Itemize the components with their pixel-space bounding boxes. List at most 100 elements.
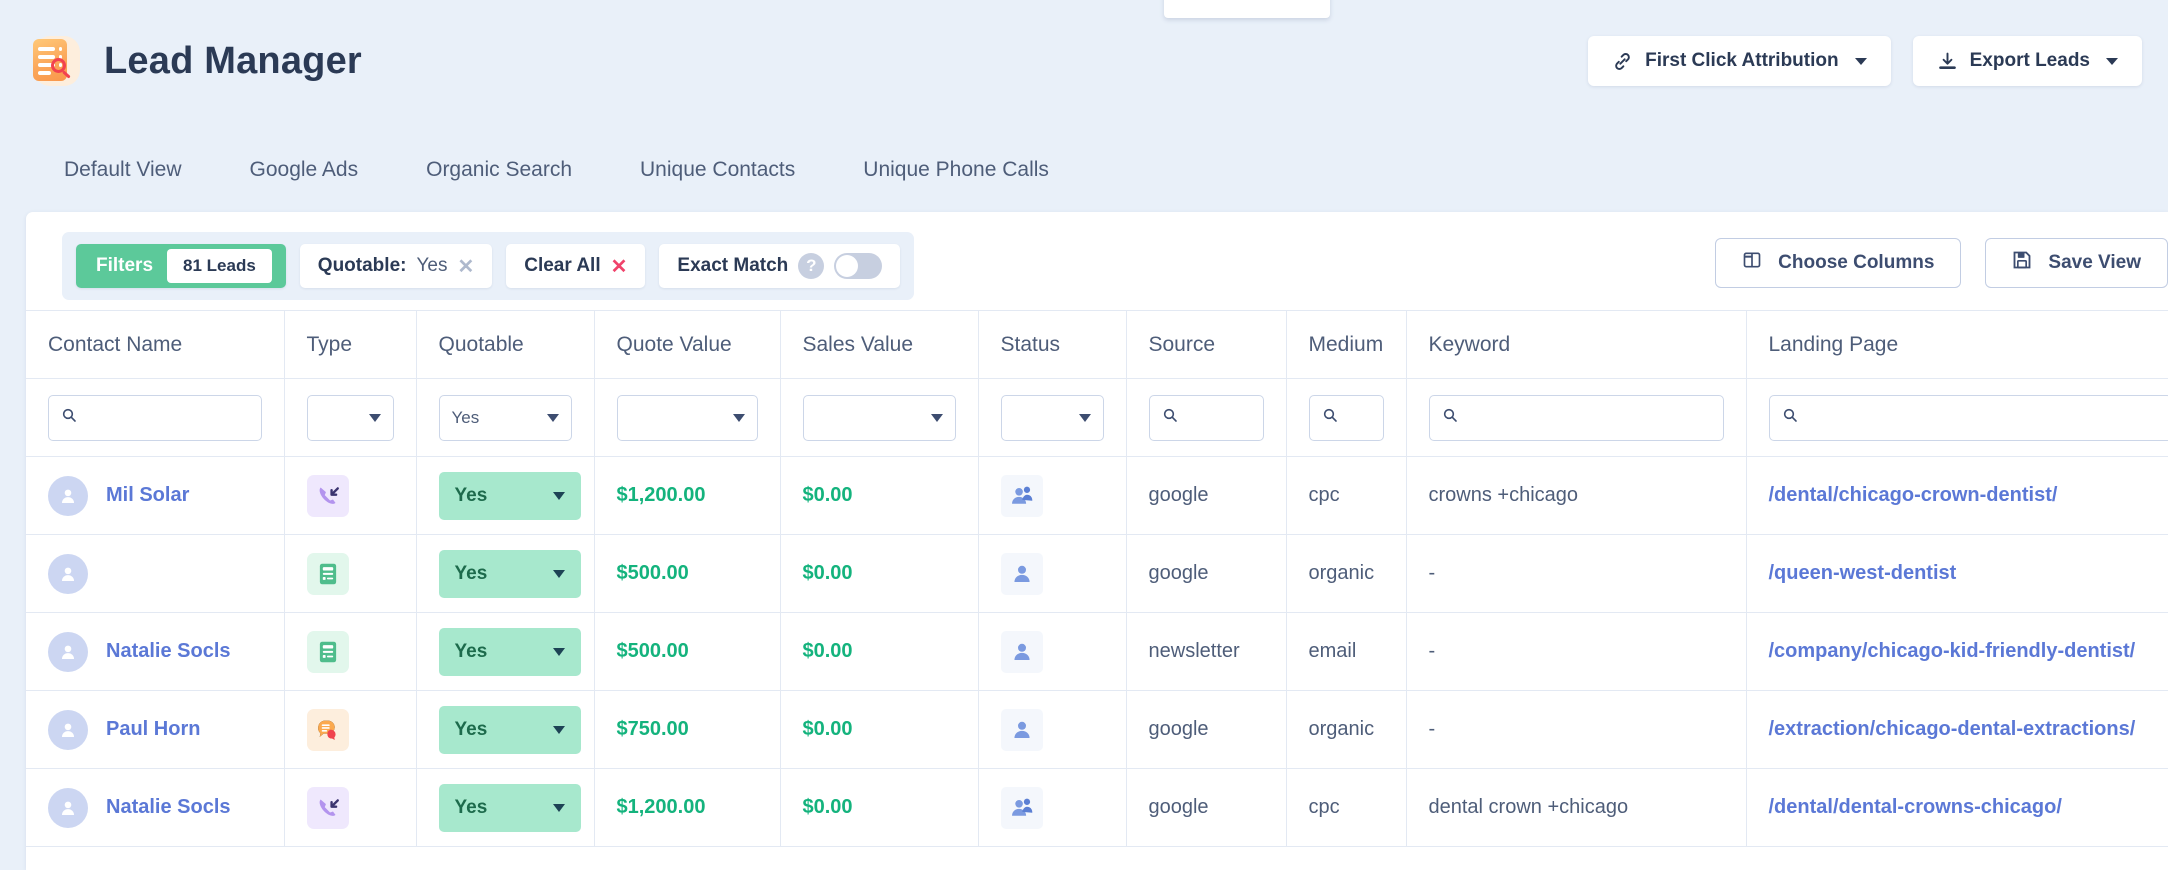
source-search-input[interactable] [1148, 394, 1264, 441]
sales-value-filter-select[interactable] [802, 394, 956, 441]
chat-message-icon [306, 708, 349, 751]
contact-name-link[interactable]: Natalie Socls [106, 796, 231, 819]
quotable-select[interactable]: Yes [438, 627, 581, 676]
medium-search-input[interactable] [1308, 394, 1384, 441]
tab-unique-contacts[interactable]: Unique Contacts [606, 150, 829, 190]
search-icon [1442, 407, 1458, 428]
cell-status [978, 456, 1127, 535]
cell-keyword: - [1406, 534, 1747, 613]
chevron-down-icon [546, 413, 559, 422]
cell-status [978, 612, 1127, 691]
sales-value: $0.00 [802, 796, 853, 818]
help-icon[interactable]: ? [798, 253, 825, 279]
landing-page-search-input[interactable] [1768, 394, 2168, 441]
filter-cell-status [978, 378, 1127, 457]
first-click-attribution-button[interactable]: First Click Attribution [1588, 36, 1891, 86]
column-header-quote-value[interactable]: Quote Value [594, 310, 781, 379]
keyword-search-input[interactable] [1428, 394, 1724, 441]
table-header-row: Contact Name Type Quotable Quote Value S… [26, 310, 2168, 379]
column-header-landing-page[interactable]: Landing Page [1746, 310, 2168, 379]
leads-table: Contact Name Type Quotable Quote Value S… [26, 310, 2168, 847]
quotable-value: Yes [454, 484, 488, 506]
column-header-medium[interactable]: Medium [1286, 310, 1407, 379]
save-icon [2012, 250, 2032, 276]
contact-name-link[interactable]: Paul Horn [106, 718, 200, 741]
column-header-keyword[interactable]: Keyword [1406, 310, 1747, 379]
landing-page-link[interactable]: /extraction/chicago-dental-extractions/ [1769, 718, 2136, 740]
table-row[interactable]: Natalie Socls Yes $1,200.00 $0.00 google cpc d… [26, 768, 2168, 847]
tab-google-ads[interactable]: Google Ads [216, 150, 393, 190]
search-icon [1322, 407, 1338, 428]
column-header-status[interactable]: Status [978, 310, 1127, 379]
save-view-button[interactable]: Save View [1985, 238, 2168, 288]
tab-default-view[interactable]: Default View [30, 150, 216, 190]
contact-name-link[interactable]: Natalie Socls [106, 640, 231, 663]
column-header-quotable[interactable]: Quotable [416, 310, 595, 379]
cell-type [284, 690, 417, 769]
quotable-value: Yes [454, 562, 488, 584]
cell-medium: cpc [1286, 456, 1407, 535]
form-submission-icon [306, 552, 349, 595]
cell-landing-page: /extraction/chicago-dental-extractions/ [1746, 690, 2168, 769]
table-row[interactable]: Paul Horn Yes $750.00 $0.00 google organic -/e… [26, 690, 2168, 769]
leads-count-badge: 81 Leads [167, 249, 272, 283]
exact-match-label: Exact Match [677, 255, 789, 276]
sales-value: $0.00 [802, 562, 853, 584]
quotable-select[interactable]: Yes [438, 705, 581, 754]
landing-page-link[interactable]: /queen-west-dentist [1769, 562, 1957, 584]
landing-page-link[interactable]: /dental/dental-crowns-chicago/ [1769, 796, 2062, 818]
contact-name-link[interactable]: Mil Solar [106, 484, 189, 507]
filter-cell-source [1126, 378, 1287, 457]
export-leads-label: Export Leads [1969, 50, 2090, 71]
column-header-contact-name[interactable]: Contact Name [26, 310, 285, 379]
chevron-down-icon [1078, 413, 1091, 422]
landing-page-link[interactable]: /company/chicago-kid-friendly-dentist/ [1769, 640, 2136, 662]
column-header-source[interactable]: Source [1126, 310, 1287, 379]
table-row[interactable]: Natalie Socls Yes $500.00 $0.00 newsletter em… [26, 612, 2168, 691]
new-user-icon [1000, 630, 1043, 673]
toolbar-right: Choose Columns Save View [1715, 238, 2168, 288]
clear-all-button[interactable]: Clear All ✕ [506, 244, 646, 288]
phone-incoming-icon [306, 474, 349, 517]
quotable-filter-chip[interactable]: Quotable: Yes ✕ [299, 244, 493, 288]
cell-keyword: - [1406, 690, 1747, 769]
quotable-select[interactable]: Yes [438, 549, 581, 598]
quotable-filter-select[interactable]: Yes [438, 394, 572, 441]
cell-type [284, 768, 417, 847]
filters-button[interactable]: Filters 81 Leads [76, 244, 286, 288]
quotable-select[interactable]: Yes [438, 471, 581, 520]
search-icon [61, 407, 77, 428]
type-filter-select[interactable] [306, 394, 394, 441]
filter-cell-quote-value [594, 378, 781, 457]
column-header-type[interactable]: Type [284, 310, 417, 379]
filter-group: Filters 81 Leads Quotable: Yes ✕ Clear A… [62, 232, 915, 300]
exact-match-control[interactable]: Exact Match ? [659, 244, 901, 288]
cell-contact-name: Natalie Socls [26, 612, 285, 691]
close-icon[interactable]: ✕ [457, 254, 474, 279]
cell-quotable: Yes [416, 612, 595, 691]
cell-type [284, 612, 417, 691]
quote-value-filter-select[interactable] [616, 394, 758, 441]
status-filter-select[interactable] [1000, 394, 1104, 441]
cell-medium: email [1286, 612, 1407, 691]
cell-contact-name: Mil Solar [26, 456, 285, 535]
cell-source: google [1126, 768, 1287, 847]
export-leads-button[interactable]: Export Leads [1912, 36, 2142, 86]
quotable-select[interactable]: Yes [438, 783, 581, 832]
save-view-label: Save View [2048, 252, 2141, 273]
cell-landing-page: /dental/chicago-crown-dentist/ [1746, 456, 2168, 535]
column-header-sales-value[interactable]: Sales Value [780, 310, 979, 379]
choose-columns-button[interactable]: Choose Columns [1715, 238, 1962, 288]
cell-medium: cpc [1286, 768, 1407, 847]
table-row[interactable]: Mil Solar Yes $1,200.00 $0.00 google cpc crown… [26, 456, 2168, 535]
cell-sales-value: $0.00 [780, 690, 979, 769]
link-icon [1612, 51, 1633, 72]
tab-unique-phone-calls[interactable]: Unique Phone Calls [829, 150, 1083, 190]
tab-organic-search[interactable]: Organic Search [392, 150, 606, 190]
exact-match-toggle[interactable] [834, 253, 883, 279]
table-filter-row: Yes [26, 378, 2168, 457]
contact-name-search-input[interactable] [48, 394, 262, 441]
view-tabs: Default View Google Ads Organic Search U… [30, 150, 1083, 190]
landing-page-link[interactable]: /dental/chicago-crown-dentist/ [1769, 484, 2058, 506]
table-row[interactable]: Yes $500.00 $0.00 google organic -/queen-west… [26, 534, 2168, 613]
